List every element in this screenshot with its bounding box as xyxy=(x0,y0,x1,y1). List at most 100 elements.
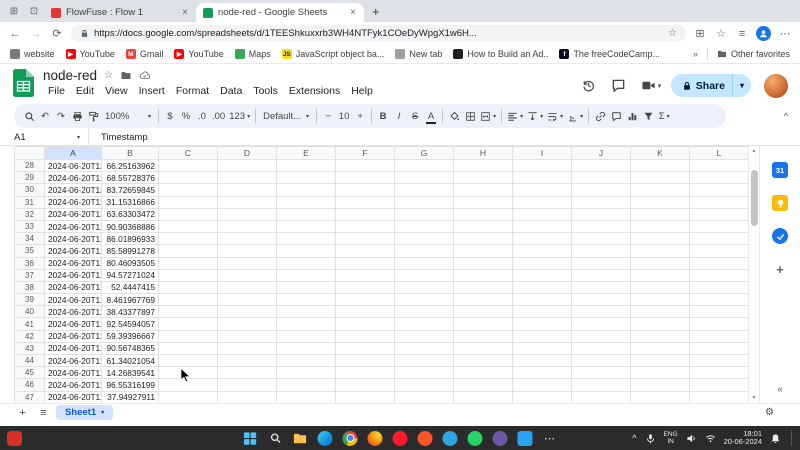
cell-J44[interactable] xyxy=(572,355,631,367)
cell-I34[interactable] xyxy=(513,233,572,245)
chrome-icon[interactable] xyxy=(343,431,358,446)
row-header-37[interactable]: 37 xyxy=(15,269,45,281)
cell-E47[interactable] xyxy=(277,391,336,403)
cell-L46[interactable] xyxy=(690,379,749,391)
cell-D42[interactable] xyxy=(218,330,277,342)
cell-L39[interactable] xyxy=(690,294,749,306)
start-icon[interactable] xyxy=(243,431,258,446)
cell-K32[interactable] xyxy=(631,208,690,220)
cell-L41[interactable] xyxy=(690,318,749,330)
cell-C42[interactable] xyxy=(159,330,218,342)
menu-file[interactable]: File xyxy=(43,84,70,98)
cell-B36[interactable]: 80.46093505 xyxy=(102,257,159,269)
cell-B42[interactable]: 59.39396667 xyxy=(102,330,159,342)
cell-G30[interactable] xyxy=(395,184,454,196)
version-history-icon[interactable] xyxy=(581,78,598,94)
row-header-41[interactable]: 41 xyxy=(15,318,45,330)
cell-H33[interactable] xyxy=(454,220,513,232)
strikethrough-icon[interactable]: S xyxy=(407,107,423,125)
split-screen-icon[interactable]: ⊞ xyxy=(693,27,707,41)
share-dropdown-icon[interactable]: ▾ xyxy=(732,74,751,97)
cell-D38[interactable] xyxy=(218,281,277,293)
cell-I45[interactable] xyxy=(513,367,572,379)
cell-D35[interactable] xyxy=(218,245,277,257)
cell-E38[interactable] xyxy=(277,281,336,293)
create-filter-icon[interactable] xyxy=(640,107,656,125)
merge-cells-icon[interactable]: ▾ xyxy=(478,107,498,125)
sheet-tab-menu-icon[interactable]: ▾ xyxy=(101,409,104,416)
font-select[interactable]: Default...▾ xyxy=(259,107,313,125)
cell-E37[interactable] xyxy=(277,269,336,281)
cell-C44[interactable] xyxy=(159,355,218,367)
bookmark-item-2[interactable]: ▶YouTube xyxy=(66,49,115,59)
menu-view[interactable]: View xyxy=(100,84,133,98)
cell-E39[interactable] xyxy=(277,294,336,306)
cell-J35[interactable] xyxy=(572,245,631,257)
cell-A36[interactable]: 2024-06-20T12: xyxy=(45,257,102,269)
column-header-F[interactable]: F xyxy=(336,147,395,160)
star-icon[interactable]: ☆ xyxy=(104,70,113,81)
cell-C36[interactable] xyxy=(159,257,218,269)
bookmark-star-icon[interactable]: ☆ xyxy=(668,28,677,39)
cell-D33[interactable] xyxy=(218,220,277,232)
cell-G31[interactable] xyxy=(395,196,454,208)
cell-C38[interactable] xyxy=(159,281,218,293)
cell-G47[interactable] xyxy=(395,391,454,403)
cell-D43[interactable] xyxy=(218,342,277,354)
cell-G29[interactable] xyxy=(395,172,454,184)
cell-J28[interactable] xyxy=(572,160,631,172)
cell-E28[interactable] xyxy=(277,160,336,172)
cell-K28[interactable] xyxy=(631,160,690,172)
browser-tab-2[interactable]: node-red - Google Sheets× xyxy=(196,3,364,22)
cell-B35[interactable]: 85.58991278 xyxy=(102,245,159,257)
cell-G40[interactable] xyxy=(395,306,454,318)
text-wrap-icon[interactable]: ▾ xyxy=(545,107,565,125)
cell-D40[interactable] xyxy=(218,306,277,318)
cell-C34[interactable] xyxy=(159,233,218,245)
column-header-G[interactable]: G xyxy=(395,147,454,160)
cell-L44[interactable] xyxy=(690,355,749,367)
cell-H34[interactable] xyxy=(454,233,513,245)
cell-A30[interactable]: 2024-06-20T12: xyxy=(45,184,102,196)
cell-C41[interactable] xyxy=(159,318,218,330)
cell-H39[interactable] xyxy=(454,294,513,306)
cell-I43[interactable] xyxy=(513,342,572,354)
cell-J43[interactable] xyxy=(572,342,631,354)
bookmarks-overflow-icon[interactable]: » xyxy=(693,49,698,59)
obs-icon[interactable] xyxy=(493,431,508,446)
cell-A41[interactable]: 2024-06-20T12: xyxy=(45,318,102,330)
account-avatar[interactable] xyxy=(764,74,788,98)
cell-F41[interactable] xyxy=(336,318,395,330)
cell-B37[interactable]: 94.57271024 xyxy=(102,269,159,281)
add-sheet-button[interactable]: + xyxy=(14,407,31,419)
cell-C47[interactable] xyxy=(159,391,218,403)
other-favorites-button[interactable]: Other favorites xyxy=(717,49,790,59)
cell-J36[interactable] xyxy=(572,257,631,269)
cell-C35[interactable] xyxy=(159,245,218,257)
cell-D29[interactable] xyxy=(218,172,277,184)
whatsapp-icon[interactable] xyxy=(468,431,483,446)
cell-I33[interactable] xyxy=(513,220,572,232)
mic-icon[interactable] xyxy=(645,433,656,444)
cell-G43[interactable] xyxy=(395,342,454,354)
cell-K36[interactable] xyxy=(631,257,690,269)
menu-help[interactable]: Help xyxy=(346,84,378,98)
cell-K29[interactable] xyxy=(631,172,690,184)
column-header-B[interactable]: B xyxy=(102,147,159,160)
refresh-button[interactable]: ⟳ xyxy=(50,27,64,41)
cell-K41[interactable] xyxy=(631,318,690,330)
cell-L35[interactable] xyxy=(690,245,749,257)
cell-F38[interactable] xyxy=(336,281,395,293)
cell-D37[interactable] xyxy=(218,269,277,281)
cell-I44[interactable] xyxy=(513,355,572,367)
cell-J45[interactable] xyxy=(572,367,631,379)
cell-H29[interactable] xyxy=(454,172,513,184)
cell-K38[interactable] xyxy=(631,281,690,293)
cell-H41[interactable] xyxy=(454,318,513,330)
column-header-D[interactable]: D xyxy=(218,147,277,160)
scroll-up-icon[interactable]: ▲ xyxy=(749,148,759,154)
bookmark-item-6[interactable]: JSJavaScript object ba... xyxy=(282,49,385,59)
cell-F35[interactable] xyxy=(336,245,395,257)
cell-F32[interactable] xyxy=(336,208,395,220)
scroll-down-icon[interactable]: ▼ xyxy=(749,395,759,401)
